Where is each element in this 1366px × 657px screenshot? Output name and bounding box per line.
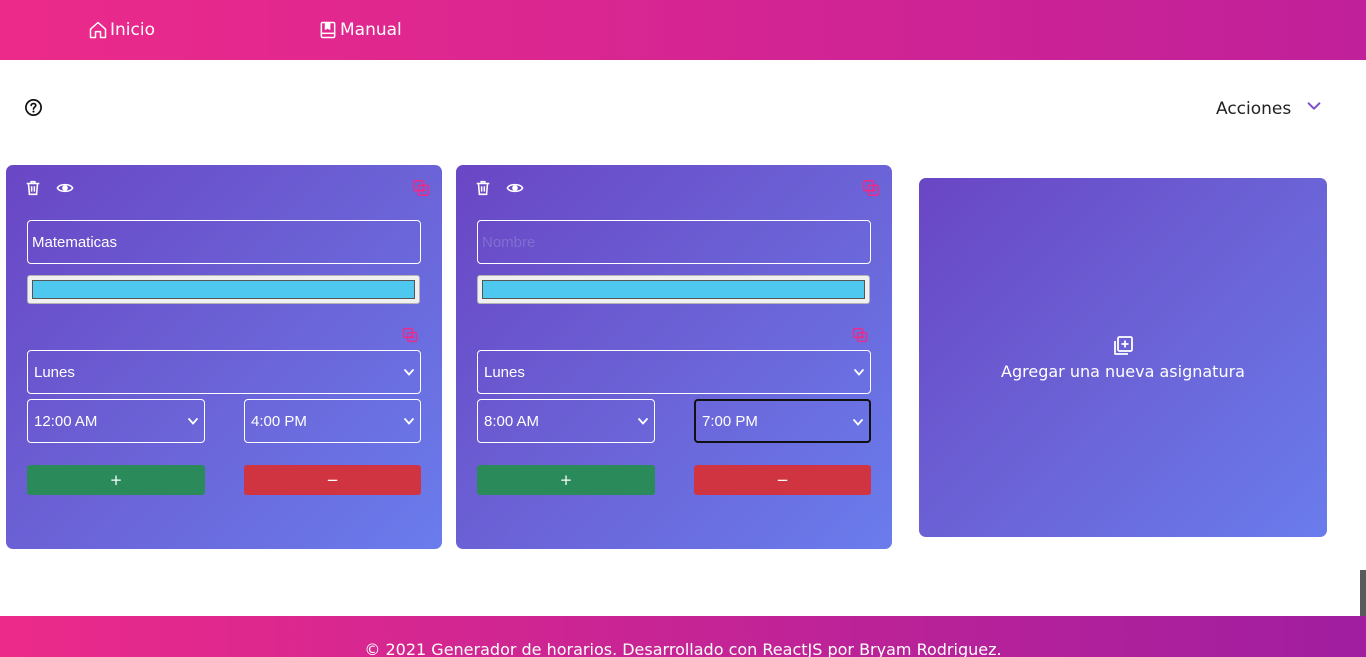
day-select[interactable]: Lunes — [477, 350, 871, 394]
subject-name-input[interactable] — [27, 220, 421, 264]
add-schedule-button[interactable]: + — [27, 465, 205, 495]
color-swatch — [32, 280, 415, 299]
add-subject-label: Agregar una nueva asignatura — [1001, 362, 1245, 381]
remove-schedule-button[interactable]: − — [244, 465, 421, 495]
footer-text: © 2021 Generador de horarios. Desarrolla… — [364, 640, 1002, 657]
trash-icon[interactable] — [474, 179, 492, 197]
end-time-value: 7:00 PM — [702, 412, 758, 430]
chevron-down-icon — [402, 365, 416, 379]
chevron-down-icon — [852, 365, 866, 379]
actions-dropdown[interactable]: Acciones — [1216, 97, 1323, 120]
chevron-down-icon — [186, 414, 200, 428]
eye-icon[interactable] — [506, 179, 524, 197]
trash-icon[interactable] — [24, 179, 42, 197]
duplicate-icon[interactable] — [402, 327, 418, 343]
add-subject-card[interactable]: Agregar una nueva asignatura — [919, 178, 1327, 537]
end-time-select[interactable]: 7:00 PM — [694, 399, 871, 443]
remove-schedule-button[interactable]: − — [694, 465, 871, 495]
color-picker[interactable] — [27, 275, 420, 304]
nav-home-link[interactable]: Inicio — [88, 0, 155, 60]
footer: © 2021 Generador de horarios. Desarrolla… — [0, 616, 1366, 657]
duplicate-icon[interactable] — [852, 327, 868, 343]
copy-icon[interactable] — [412, 179, 430, 197]
color-swatch — [482, 280, 865, 299]
subject-name-input[interactable] — [477, 220, 871, 264]
end-time-value: 4:00 PM — [251, 412, 307, 430]
help-circle-icon[interactable] — [24, 98, 43, 117]
nav-home-label: Inicio — [110, 20, 155, 40]
add-square-icon — [1111, 334, 1135, 358]
subject-card: Lunes 12:00 AM 4:00 PM + − — [6, 165, 442, 549]
actions-label: Acciones — [1216, 98, 1292, 119]
nav-manual-label: Manual — [340, 20, 402, 40]
day-select[interactable]: Lunes — [27, 350, 421, 394]
nav-manual-link[interactable]: Manual — [318, 0, 402, 60]
start-time-value: 8:00 AM — [484, 412, 540, 430]
day-select-value: Lunes — [34, 363, 75, 381]
start-time-value: 12:00 AM — [34, 412, 98, 430]
end-time-select[interactable]: 4:00 PM — [244, 399, 421, 443]
color-picker[interactable] — [477, 275, 870, 304]
page-edge — [1360, 60, 1366, 570]
add-schedule-button[interactable]: + — [477, 465, 655, 495]
start-time-select[interactable]: 12:00 AM — [27, 399, 205, 443]
chevron-down-icon — [851, 415, 865, 429]
home-icon — [88, 20, 108, 40]
day-select-value: Lunes — [484, 363, 525, 381]
eye-icon[interactable] — [56, 179, 74, 197]
navbar: Inicio Manual — [0, 0, 1366, 60]
chevron-down-icon — [402, 414, 416, 428]
chevron-down-icon — [636, 414, 650, 428]
book-icon — [318, 20, 338, 40]
subject-card: Lunes 8:00 AM 7:00 PM + − — [456, 165, 892, 549]
start-time-select[interactable]: 8:00 AM — [477, 399, 655, 443]
chevron-down-icon — [1305, 97, 1323, 120]
copy-icon[interactable] — [862, 179, 880, 197]
